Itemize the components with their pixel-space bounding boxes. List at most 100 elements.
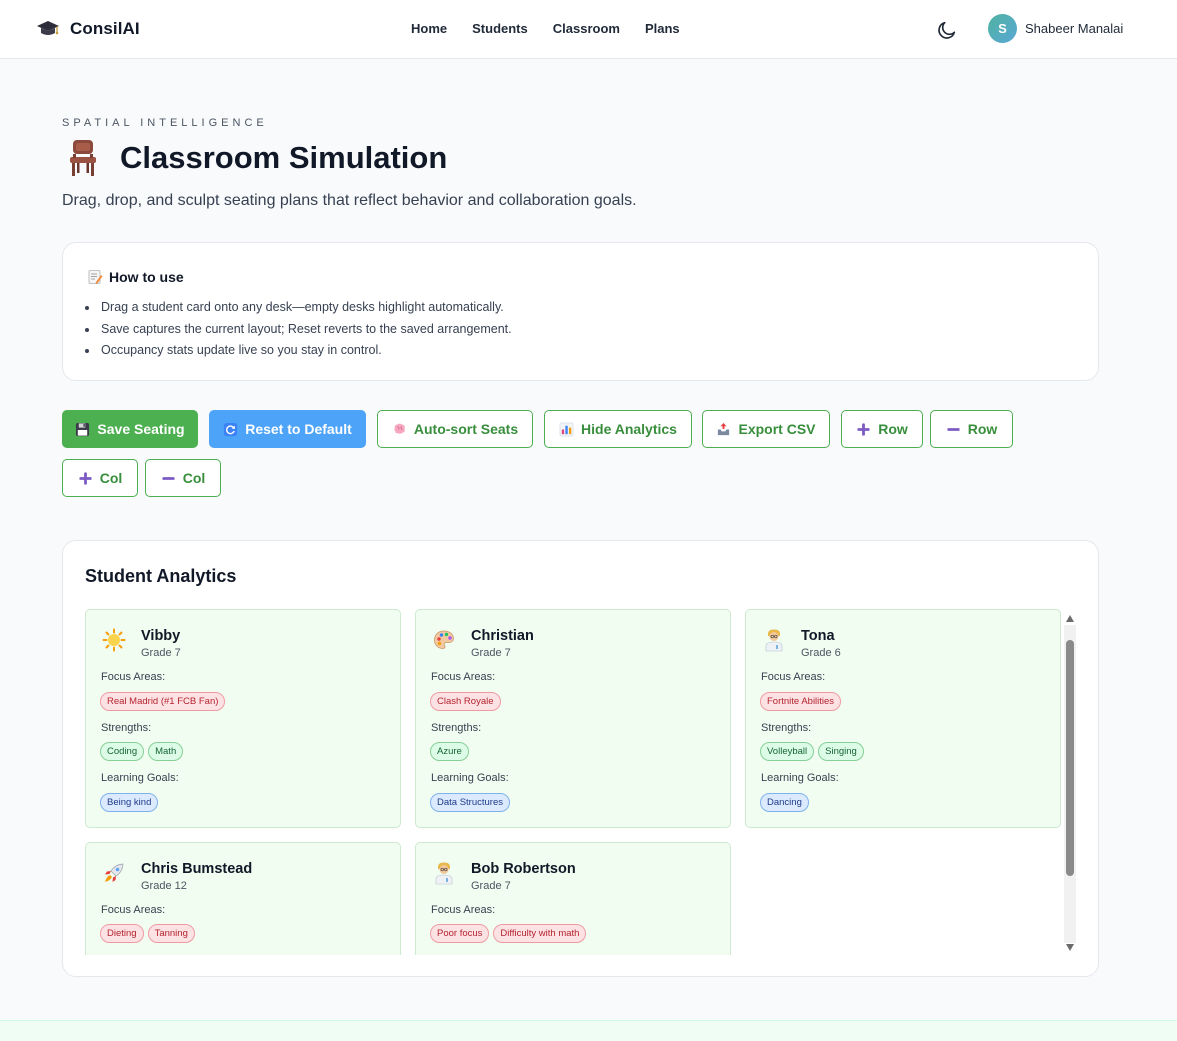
how-to-use-list: Drag a student card onto any desk—empty … — [99, 298, 512, 363]
focus-tag: Poor focus — [430, 924, 490, 943]
add-row-label: Row — [878, 421, 908, 437]
student-grade: Grade 7 — [471, 880, 511, 892]
reset-to-default-button[interactable]: Reset to Default — [209, 410, 366, 448]
learning-goals-label: Learning Goals: — [101, 772, 179, 784]
strengths-label: Strengths: — [761, 722, 812, 734]
strength-tag: Azure — [430, 742, 469, 761]
graduation-cap-icon — [37, 21, 59, 35]
how-to-use-title: How to use — [109, 269, 184, 285]
list-item: Occupancy stats update live so you stay … — [99, 341, 512, 363]
focus-tags: Poor focus Difficulty with math — [430, 924, 587, 943]
scroll-down-arrow-icon[interactable] — [1066, 944, 1074, 951]
bar-chart-icon — [559, 422, 574, 436]
memo-icon — [88, 270, 103, 284]
strengths-label: Strengths: — [431, 722, 482, 734]
user-menu[interactable]: S Shabeer Manalai — [988, 14, 1123, 43]
moon-icon[interactable] — [936, 19, 958, 41]
how-to-use-header: How to use — [87, 269, 184, 285]
focus-tags: Real Madrid (#1 FCB Fan) — [100, 692, 226, 711]
scroll-thumb[interactable] — [1066, 640, 1074, 876]
focus-tag: Fortnite Abilities — [760, 692, 842, 711]
minus-icon — [947, 427, 960, 431]
refresh-icon — [224, 422, 238, 436]
add-column-button[interactable]: Col — [62, 459, 138, 497]
nav-link-plans[interactable]: Plans — [645, 21, 680, 36]
scroll-track[interactable] — [1064, 625, 1076, 943]
chair-icon — [70, 140, 96, 176]
student-grade: Grade 7 — [471, 647, 511, 659]
focus-tag: Tanning — [147, 924, 195, 943]
page-subtitle: Drag, drop, and sculpt seating plans tha… — [62, 192, 637, 209]
goal-tags: Dancing — [760, 793, 809, 812]
strength-tags: Coding Math — [100, 742, 184, 761]
student-grade: Grade 12 — [141, 880, 187, 892]
save-seating-label: Save Seating — [97, 421, 185, 437]
strength-tag: Singing — [818, 742, 864, 761]
student-grade: Grade 6 — [801, 647, 841, 659]
focus-areas-label: Focus Areas: — [431, 671, 496, 683]
outbox-tray-icon — [718, 422, 730, 435]
student-card-christian[interactable]: Christian Grade 7 Focus Areas: Clash Roy… — [415, 609, 731, 828]
scientist-icon — [765, 629, 783, 652]
focus-tag: Real Madrid (#1 FCB Fan) — [100, 692, 226, 711]
export-csv-button[interactable]: Export CSV — [702, 410, 830, 448]
remove-column-label: Col — [182, 470, 206, 486]
avatar: S — [988, 14, 1017, 43]
goal-tags: Data Structures — [430, 793, 510, 812]
footer — [0, 1020, 1177, 1041]
plus-icon — [79, 471, 92, 485]
focus-areas-label: Focus Areas: — [101, 904, 166, 916]
student-name: Christian — [471, 628, 534, 644]
auto-sort-seats-button[interactable]: Auto-sort Seats — [377, 410, 533, 448]
focus-tag: Difficulty with math — [493, 924, 587, 943]
eyebrow-label: SPATIAL INTELLIGENCE — [62, 117, 268, 129]
remove-column-button[interactable]: Col — [145, 459, 221, 497]
strength-tags: Azure — [430, 742, 469, 761]
strength-tag: Coding — [100, 742, 145, 761]
focus-tags: Clash Royale — [430, 692, 501, 711]
hide-analytics-button[interactable]: Hide Analytics — [544, 410, 692, 448]
learning-goals-label: Learning Goals: — [431, 772, 509, 784]
student-card-tona[interactable]: Tona Grade 6 Focus Areas: Fortnite Abili… — [745, 609, 1061, 828]
remove-row-button[interactable]: Row — [930, 410, 1013, 448]
page-title-row: Classroom Simulation — [66, 139, 447, 177]
focus-areas-label: Focus Areas: — [761, 671, 826, 683]
save-seating-button[interactable]: Save Seating — [62, 410, 198, 448]
nav-link-home[interactable]: Home — [411, 21, 447, 36]
analytics-scrollbar[interactable] — [1064, 613, 1076, 953]
student-name: Bob Robertson — [471, 861, 576, 877]
page-title: Classroom Simulation — [120, 140, 448, 175]
nav-link-classroom[interactable]: Classroom — [553, 21, 620, 36]
reset-to-default-label: Reset to Default — [245, 421, 352, 437]
rocket-icon — [105, 863, 124, 882]
student-card-chris-bumstead[interactable]: Chris Bumstead Grade 12 Focus Areas: Die… — [85, 842, 401, 955]
nav-link-students[interactable]: Students — [472, 21, 528, 36]
focus-tags: Fortnite Abilities — [760, 692, 842, 711]
goal-tag: Data Structures — [430, 793, 510, 812]
analytics-title: Student Analytics — [85, 566, 237, 586]
student-card-bob-robertson[interactable]: Bob Robertson Grade 7 Focus Areas: Poor … — [415, 842, 731, 955]
plus-icon — [857, 422, 870, 436]
scroll-up-arrow-icon[interactable] — [1066, 615, 1074, 622]
hide-analytics-label: Hide Analytics — [581, 421, 677, 437]
focus-areas-label: Focus Areas: — [101, 671, 166, 683]
student-name: Chris Bumstead — [141, 861, 253, 877]
strengths-label: Strengths: — [101, 722, 152, 734]
student-card-vibby[interactable]: Vibby Grade 7 Focus Areas: Real Madrid (… — [85, 609, 401, 828]
export-csv-label: Export CSV — [738, 421, 816, 437]
nav-links: Home Students Classroom Plans — [411, 21, 680, 36]
focus-areas-label: Focus Areas: — [431, 904, 496, 916]
remove-row-label: Row — [967, 421, 998, 437]
goal-tag: Being kind — [100, 793, 159, 812]
how-to-use-panel: How to use Drag a student card onto any … — [62, 242, 1099, 381]
list-item: Save captures the current layout; Reset … — [99, 320, 512, 342]
student-cards-scroll-area[interactable]: Vibby Grade 7 Focus Areas: Real Madrid (… — [85, 609, 1065, 955]
brand[interactable]: ConsilAI — [36, 17, 140, 41]
add-row-button[interactable]: Row — [841, 410, 923, 448]
focus-tag: Clash Royale — [430, 692, 501, 711]
minus-icon — [162, 476, 175, 480]
star-icon — [102, 628, 126, 652]
strength-tag: Math — [148, 742, 184, 761]
auto-sort-seats-label: Auto-sort Seats — [413, 421, 519, 437]
student-name: Tona — [801, 628, 835, 644]
